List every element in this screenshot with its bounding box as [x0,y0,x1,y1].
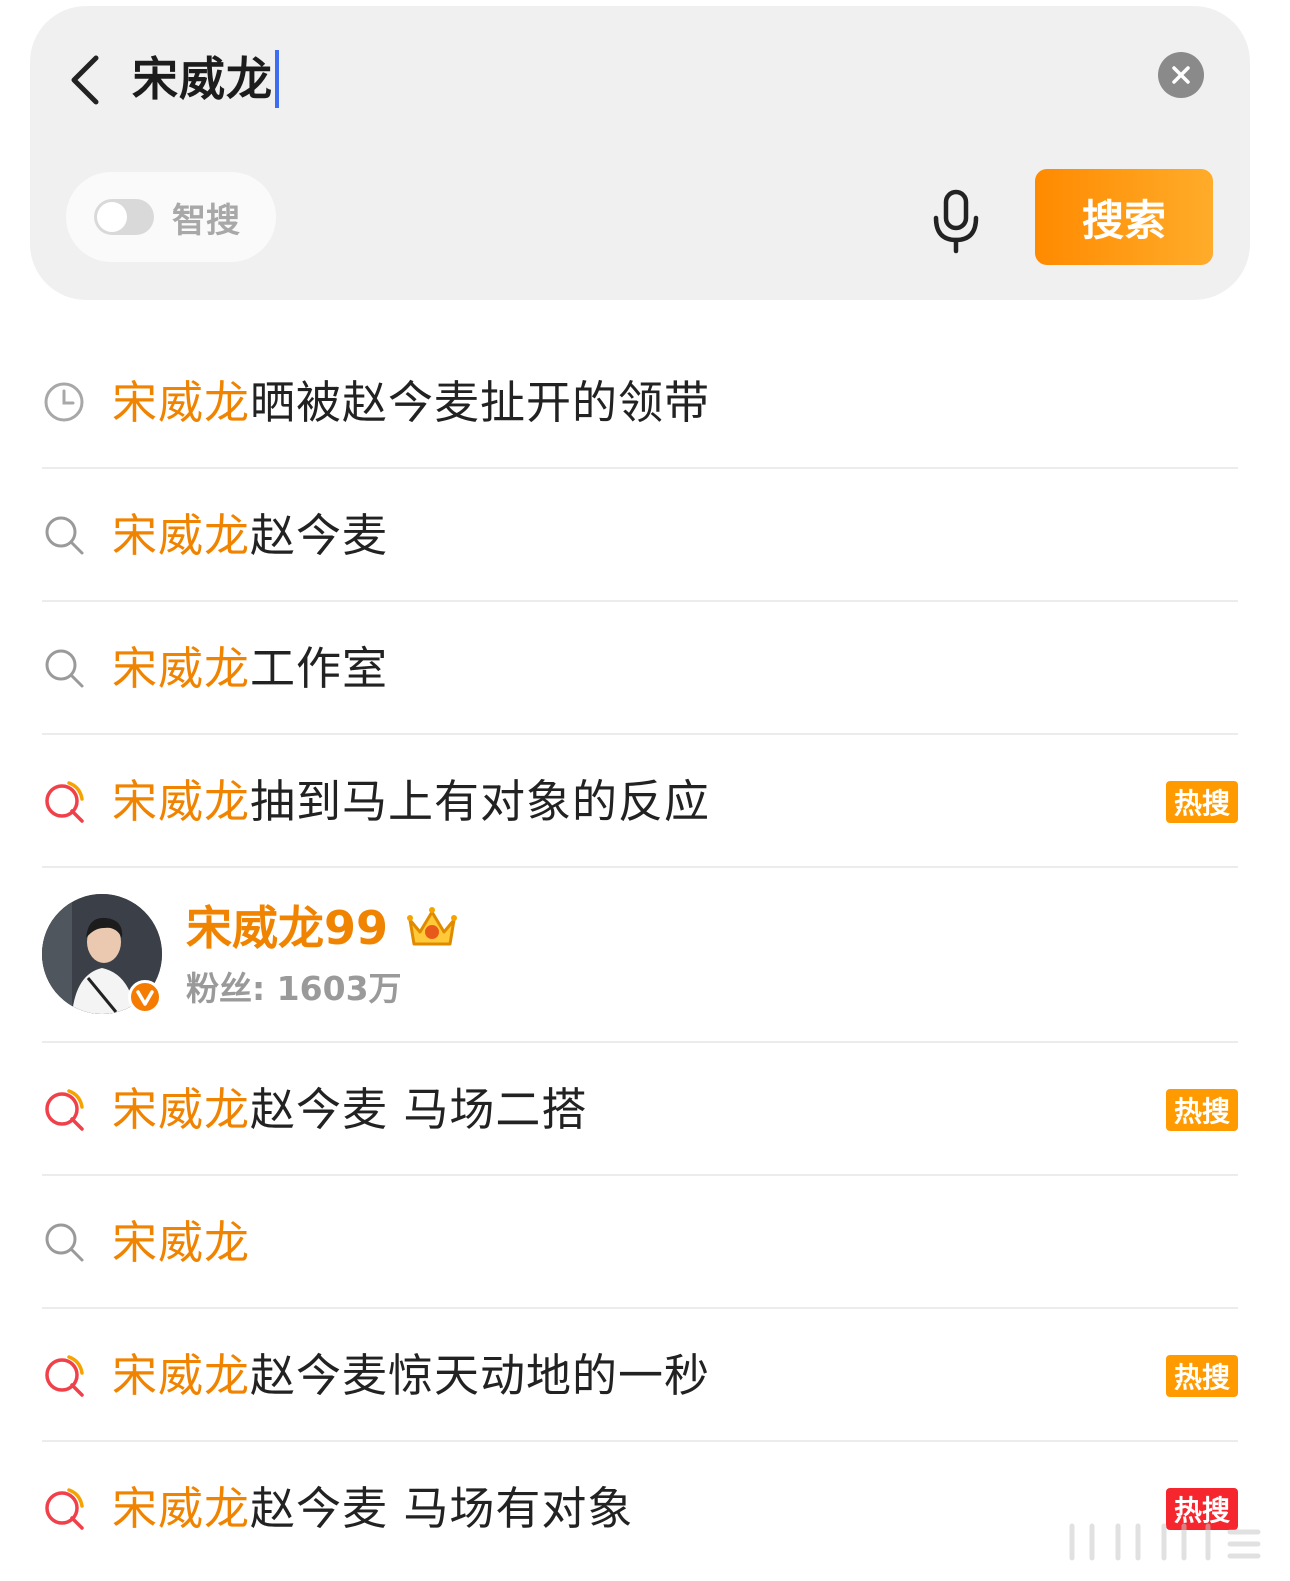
hot-search-icon [45,781,84,823]
microphone-icon[interactable] [928,188,984,254]
suggestion-text: 宋威龙晒被赵今麦扯开的领带 [112,376,711,429]
search-input[interactable]: 宋威龙 [132,44,279,114]
search-icon [45,516,84,555]
search-button[interactable]: 搜索 [1035,169,1213,265]
suggestion-item[interactable]: 宋威龙工作室 [42,602,1238,735]
suggestion-text: 宋威龙抽到马上有对象的反应 [112,775,711,828]
smart-search-label: 智搜 [172,200,240,241]
search-icon [45,1223,84,1262]
suggestion-text: 宋威龙工作室 [112,642,389,695]
watermark-logo [1069,1523,1261,1561]
suggestion-text: 宋威龙赵今麦 马场有对象 [112,1482,634,1535]
user-name: 宋威龙99 [186,901,389,955]
suggestion-text: 宋威龙 [112,1216,251,1269]
hot-suggestion-item[interactable]: 宋威龙抽到马上有对象的反应 热搜 [42,735,1238,868]
suggestion-text: 宋威龙赵今麦惊天动地的一秒 [112,1349,711,1402]
clear-button[interactable] [1158,52,1204,98]
close-icon [1172,66,1190,84]
suggestion-item[interactable]: 宋威龙 [42,1176,1238,1309]
search-query-text: 宋威龙 [132,52,273,106]
hot-search-icon [45,1089,84,1131]
hot-suggestion-item[interactable]: 宋威龙赵今麦惊天动地的一秒 热搜 [42,1309,1238,1442]
hot-suggestion-item[interactable]: 宋威龙赵今麦 马场二搭 热搜 [42,1043,1238,1176]
clock-icon [44,382,84,422]
hot-badge: 热搜 [1166,1355,1238,1397]
hot-search-icon [45,1355,84,1397]
search-panel: 宋威龙 智搜 搜索 [30,6,1250,300]
text-caret [275,50,279,108]
history-item[interactable]: 宋威龙晒被赵今麦扯开的领带 [42,336,1238,469]
toggle-switch[interactable] [94,199,154,235]
hot-badge: 热搜 [1166,781,1238,823]
back-icon[interactable] [66,50,106,110]
verified-v-icon [128,980,162,1014]
suggestion-text: 宋威龙赵今麦 [112,509,389,562]
fans-count: 粉丝: 1603万 [186,969,402,1008]
crown-icon [407,907,457,946]
search-icon [45,649,84,688]
hot-badge: 热搜 [1166,1089,1238,1131]
user-result-item[interactable]: 宋威龙99 粉丝: 1603万 [42,868,1238,1043]
suggestion-item[interactable]: 宋威龙赵今麦 [42,469,1238,602]
suggestion-text: 宋威龙赵今麦 马场二搭 [112,1083,588,1136]
smart-search-toggle[interactable]: 智搜 [66,172,276,262]
hot-search-icon [45,1488,84,1530]
